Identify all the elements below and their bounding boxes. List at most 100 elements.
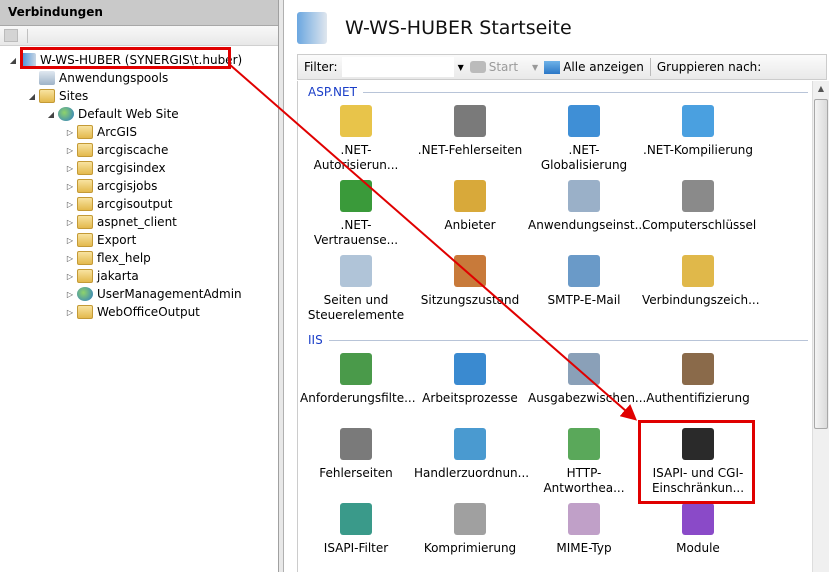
feature-icon [568,105,600,137]
tree-item[interactable]: ▷ WebOfficeOutput [65,303,200,321]
feature-item[interactable]: ISAPI-Filter [300,503,412,556]
tree-item[interactable]: ▷ arcgisjobs [65,177,157,195]
tree-item-label: Anwendungspools [59,71,169,85]
feature-label: Anbieter [444,218,496,232]
tree-item-label: UserManagementAdmin [97,287,242,301]
feature-item[interactable]: Ausgabezwischen... [528,353,646,406]
feature-item[interactable]: Handlerzuordnun... [414,428,529,481]
feature-item[interactable]: Seiten und Steuerelemente [300,255,412,323]
tree-item[interactable]: ◢ Default Web Site [46,105,179,123]
feature-item[interactable]: Module [642,503,754,556]
feature-icon [568,255,600,287]
feature-item[interactable]: Komprimierung [414,503,526,556]
feature-item[interactable]: Sitzungszustand [414,255,526,308]
feature-item[interactable]: Fehlerseiten [300,428,412,481]
feature-icon [340,255,372,287]
expand-icon[interactable]: ▷ [65,254,75,263]
feature-item[interactable]: Anforderungsfilte... [300,353,416,406]
tree-item[interactable]: ◢ Sites [27,87,88,105]
tree-item[interactable]: ▷ Export [65,231,136,249]
tree-item-label: Export [97,233,137,247]
feature-label: ISAPI-Filter [323,541,389,555]
expand-icon[interactable]: ▷ [65,182,75,191]
group-by-label[interactable]: Gruppieren nach: [657,60,761,74]
tree-item[interactable]: Anwendungspools [27,69,168,87]
expand-icon[interactable]: ▷ [65,272,75,281]
tree-item[interactable]: ▷ arcgisindex [65,159,166,177]
expand-icon[interactable]: ▷ [65,290,75,299]
scroll-up-icon[interactable]: ▲ [813,81,829,97]
tree-item[interactable]: ▷ jakarta [65,267,139,285]
collapse-icon[interactable]: ◢ [27,92,37,101]
filter-bar: Filter: ▼ Start ▼ Alle anzeigen Gruppier… [297,54,827,80]
group-header: ASP.NET [308,85,808,99]
feature-icon [340,180,372,212]
feature-icon [340,428,372,460]
expand-icon[interactable]: ▷ [65,308,75,317]
tree-item-label: ArcGIS [97,125,137,139]
tree-item[interactable]: ▷ aspnet_client [65,213,177,231]
feature-label: Anforderungsfilte... [300,391,416,405]
feature-icon [454,255,486,287]
folder-icon [77,161,93,175]
feature-item[interactable]: .NET-Kompilierung [642,105,754,158]
show-all-icon [544,60,561,74]
collapse-icon[interactable]: ◢ [8,56,18,65]
show-all-button[interactable]: Alle anzeigen [563,60,644,74]
collapse-icon[interactable]: ◢ [46,110,56,119]
feature-label: Module [676,541,720,555]
feature-item[interactable]: Anbieter [414,180,526,233]
tree-item[interactable]: ▷ arcgiscache [65,141,168,159]
tree-item[interactable]: ▷ arcgisoutput [65,195,172,213]
tree-item[interactable]: ▷ flex_help [65,249,151,267]
feature-item[interactable]: Verbindungszeich... [642,255,760,308]
feature-label: Authentifizierung [646,391,750,405]
feature-label: .NET-Fehlerseiten [417,143,523,157]
vertical-scrollbar[interactable]: ▲ [812,81,829,572]
expand-icon[interactable]: ▷ [65,236,75,245]
expand-icon[interactable]: ▷ [65,218,75,227]
start-button[interactable]: Start [489,60,518,74]
scroll-thumb[interactable] [814,99,828,429]
feature-item[interactable]: .NET-Vertrauense... [300,180,412,248]
panel-splitter[interactable] [279,0,284,572]
binoculars-icon [469,61,486,73]
tree-item-label: arcgisindex [97,161,166,175]
filter-input[interactable] [341,57,454,77]
group-header-label: ASP.NET [308,85,357,99]
tree-item[interactable]: ▷ ArcGIS [65,123,137,141]
feature-item[interactable]: MIME-Typ [528,503,640,556]
feature-item[interactable]: SMTP-E-Mail [528,255,640,308]
feature-item[interactable]: HTTP-Antwortheа... [528,428,640,496]
app-pool-icon [39,71,55,85]
feature-icon [454,105,486,137]
page-title: W-WS-HUBER Startseite [345,17,572,39]
expand-icon[interactable]: ▷ [65,146,75,155]
filter-dropdown-icon[interactable]: ▼ [458,63,464,72]
connect-icon[interactable] [4,29,18,42]
filter-label: Filter: [304,60,338,74]
tree-item-label: aspnet_client [97,215,177,229]
feature-label: Komprimierung [423,541,517,555]
feature-item[interactable]: .NET-Globalisierung [528,105,640,173]
feature-item[interactable]: .NET-Fehlerseiten [414,105,526,158]
tree-item[interactable]: ▷ UserManagementAdmin [65,285,242,303]
folder-icon [77,197,93,211]
feature-label: .NET-Globalisierung [540,143,628,172]
expand-icon[interactable]: ▷ [65,164,75,173]
start-dropdown-icon[interactable]: ▼ [532,63,538,72]
page-header: W-WS-HUBER Startseite [297,12,572,44]
folder-icon [77,125,93,139]
feature-item[interactable]: Computerschlüssel [642,180,756,233]
feature-item[interactable]: Authentifizierung [642,353,754,406]
expand-icon[interactable]: ▷ [65,128,75,137]
feature-item[interactable]: Anwendungseinst... [528,180,646,233]
feature-label: Verbindungszeich... [642,293,760,307]
feature-icon [454,353,486,385]
expand-icon[interactable]: ▷ [65,200,75,209]
feature-item[interactable]: .NET-Autorisierun... [300,105,412,173]
feature-icon [682,353,714,385]
feature-item[interactable]: Arbeitsprozesse [414,353,526,406]
folder-icon [77,143,93,157]
tree-item-label: arcgiscache [97,143,169,157]
